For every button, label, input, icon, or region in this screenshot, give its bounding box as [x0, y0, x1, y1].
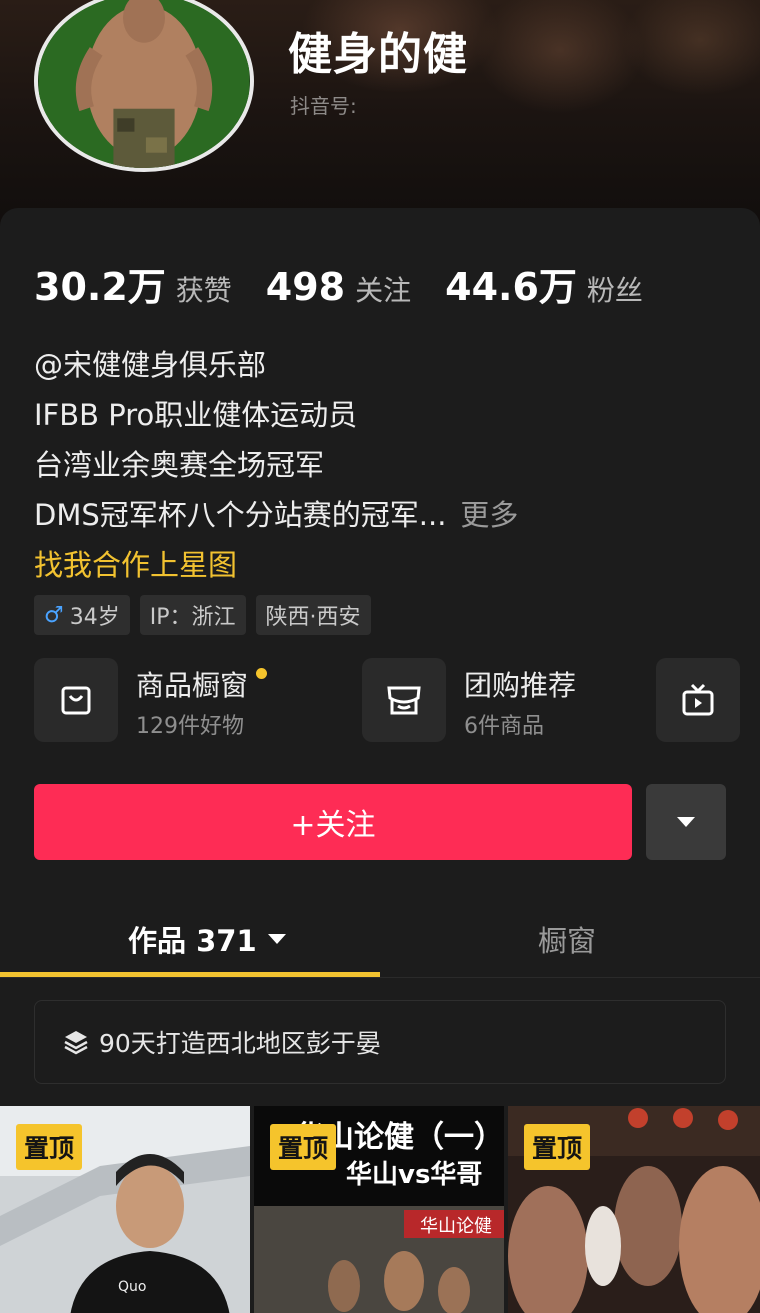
- live-shortcut[interactable]: [656, 658, 740, 742]
- bio-line: 台湾业余奥赛全场冠军: [34, 448, 325, 482]
- shortcut-title[interactable]: 商品橱窗: [136, 664, 248, 704]
- new-dot: [256, 668, 267, 679]
- layers-icon: [64, 1031, 88, 1055]
- profile-card: 30.2万 获赞 498 关注 44.6万 粉丝 @宋健健身俱乐部 IFBB P…: [0, 208, 760, 1313]
- video-thumbnail[interactable]: 置顶: [508, 1106, 760, 1313]
- stat-following[interactable]: 498 关注: [266, 265, 411, 309]
- triangle-down-icon: [267, 934, 286, 944]
- stat-label: 粉丝: [586, 274, 643, 307]
- stat-value: 30.2万: [34, 265, 166, 309]
- stat-followers[interactable]: 44.6万 粉丝: [445, 256, 643, 311]
- stat-label: 关注: [355, 274, 412, 307]
- bio-more-link[interactable]: 更多: [460, 498, 518, 532]
- content-tabs: 作品 371 橱窗: [0, 908, 760, 978]
- svg-text:Quo: Quo: [118, 1279, 146, 1295]
- pinned-badge: 置顶: [524, 1124, 591, 1170]
- profile-stats: 30.2万 获赞 498 关注 44.6万 粉丝: [34, 256, 677, 311]
- triangle-down-icon: [677, 817, 695, 827]
- profile-shortcuts: 商品橱窗 129件好物 团购推荐 6件商品: [34, 658, 760, 742]
- cooperation-link[interactable]: 找我合作上星图: [34, 540, 734, 590]
- shortcut-title[interactable]: 团购推荐: [464, 664, 576, 704]
- video-banner-text: 华山论健: [420, 1216, 492, 1237]
- group-buy-shortcut[interactable]: [362, 658, 446, 742]
- douyin-id-label: 抖音号:: [290, 94, 357, 118]
- bag-icon: [61, 686, 91, 715]
- profile-nickname: 健身的健: [288, 29, 468, 80]
- more-options-button[interactable]: [646, 784, 726, 860]
- douyin-id: 抖音号:: [290, 90, 357, 119]
- stat-value: 44.6万: [445, 265, 577, 309]
- stat-likes[interactable]: 30.2万 获赞: [34, 256, 232, 311]
- bio-line-last: DMS冠军杯八个分站赛的冠军... 更多: [34, 490, 734, 540]
- tv-icon: [682, 683, 714, 716]
- store-icon: [387, 686, 421, 715]
- age-tag: ♂ 34岁: [34, 595, 130, 635]
- tab-works-label: 作品 371: [128, 924, 257, 958]
- pinned-badge: 置顶: [270, 1124, 337, 1170]
- location-tag: 陕西·西安: [255, 595, 371, 635]
- male-icon: ♂: [44, 602, 64, 628]
- video-thumbnail[interactable]: Quo 置顶: [0, 1106, 250, 1313]
- video-overlay-subtitle: 华山vs华哥: [346, 1160, 483, 1190]
- profile-tags: ♂ 34岁 IP：浙江 陕西·西安: [34, 595, 381, 635]
- collection-title: 90天打造西北地区彭于晏: [99, 1029, 381, 1058]
- shortcut-subtitle: 6件商品: [464, 714, 544, 739]
- stat-label: 获赞: [175, 274, 232, 307]
- bio-line: IFBB Pro职业健体运动员: [34, 398, 358, 432]
- shop-window-shortcut[interactable]: [34, 658, 118, 742]
- video-grid: Quo 置顶 华山论健（一） 华山vs华哥 华山论健 置顶 置顶: [0, 1106, 760, 1313]
- video-thumbnail[interactable]: 华山论健（一） 华山vs华哥 华山论健 置顶: [254, 1106, 504, 1313]
- avatar-image: [38, 0, 250, 168]
- tab-works[interactable]: 作品 371: [128, 918, 287, 960]
- stat-value: 498: [265, 265, 346, 309]
- collection-banner[interactable]: 90天打造西北地区彭于晏: [34, 1000, 726, 1084]
- shortcut-subtitle: 129件好物: [136, 714, 244, 739]
- follow-button[interactable]: +关注: [34, 784, 632, 860]
- pinned-badge: 置顶: [16, 1124, 83, 1170]
- age-text: 34岁: [69, 605, 120, 630]
- profile-bio: @宋健健身俱乐部 IFBB Pro职业健体运动员 台湾业余奥赛全场冠军 DMS冠…: [34, 340, 734, 590]
- bio-line-text: DMS冠军杯八个分站赛的冠军...: [34, 498, 447, 532]
- tab-showcase[interactable]: 橱窗: [538, 918, 596, 960]
- tab-underline: [0, 972, 380, 977]
- ip-tag: IP：浙江: [139, 595, 246, 635]
- bio-line: @宋健健身俱乐部: [34, 348, 267, 382]
